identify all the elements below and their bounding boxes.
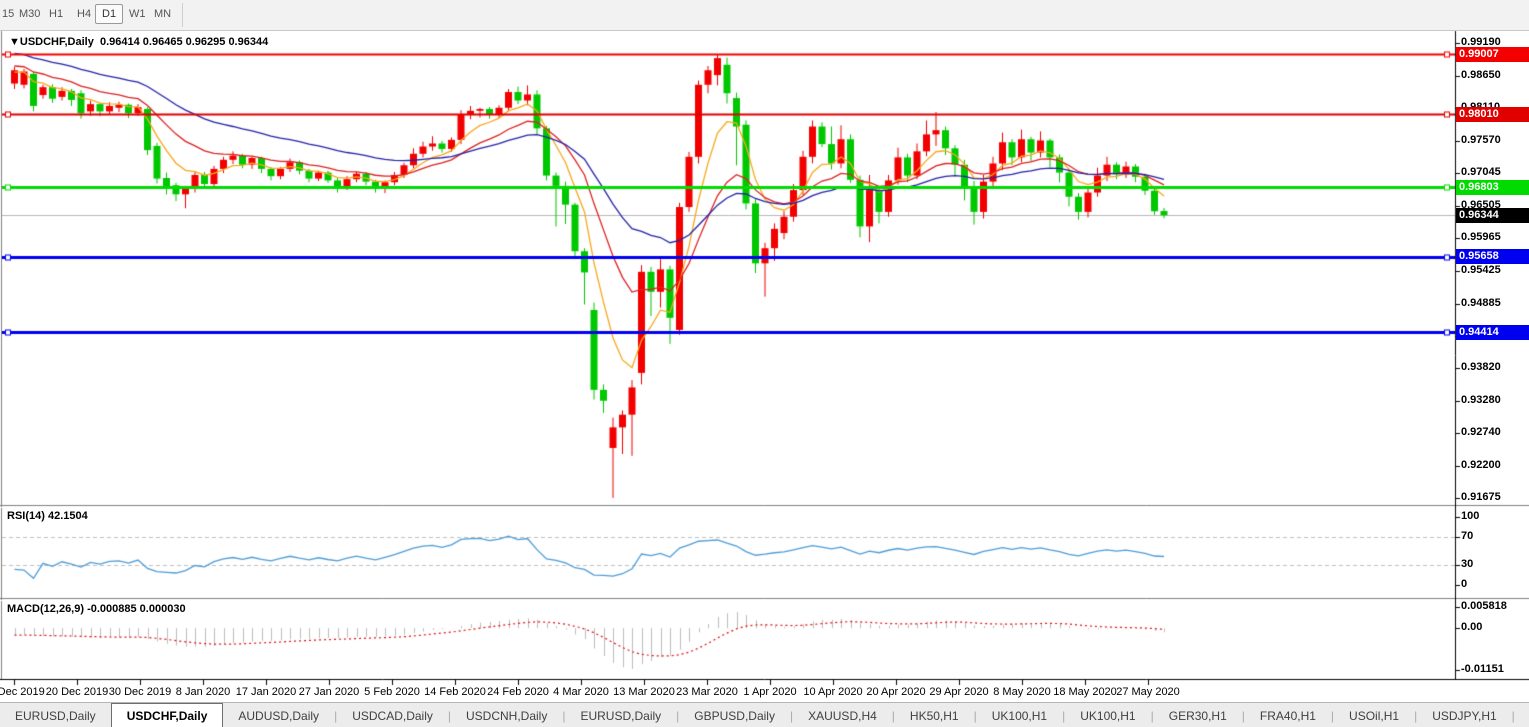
chart-canvas[interactable] <box>0 0 1529 727</box>
tab-uk100-h1[interactable]: UK100,H1 <box>977 703 1062 727</box>
dropdown-arrow-icon: ▼ <box>9 36 20 48</box>
hline-price-tag[interactable]: 0.95658 <box>1456 249 1529 264</box>
date-tick-label: 27 May 2020 <box>1116 686 1180 698</box>
timeframe-h1[interactable]: H1 <box>49 8 63 20</box>
tab-usoil-h1[interactable]: USOil,H1 <box>1334 703 1414 727</box>
price-tick-label: 0.95965 <box>1461 231 1501 243</box>
rsi-tick-label: 0 <box>1461 578 1467 590</box>
tab-usdcnh-daily[interactable]: USDCNH,Daily <box>451 703 562 727</box>
date-tick-label: 23 Mar 2020 <box>676 686 738 698</box>
tab-uk100-h1[interactable]: UK100,H1 <box>1065 703 1150 727</box>
date-tick-label: 20 Apr 2020 <box>866 686 925 698</box>
macd-tick-label: -0.01151 <box>1461 663 1504 675</box>
tab-eurusd-daily[interactable]: EURUSD,Daily <box>0 703 111 727</box>
date-tick-label: 10 Apr 2020 <box>803 686 862 698</box>
rsi-tick-label: 30 <box>1461 558 1473 570</box>
timeframe-m30[interactable]: M30 <box>19 8 40 20</box>
price-tick-label: 0.97045 <box>1461 166 1501 178</box>
date-tick-label: 30 Dec 2019 <box>109 686 171 698</box>
date-tick-label: 4 Mar 2020 <box>553 686 609 698</box>
toolbar-divider <box>182 3 183 27</box>
tab-usdcad-daily[interactable]: USDCAD,Daily <box>337 703 448 727</box>
date-tick-label: 27 Jan 2020 <box>299 686 360 698</box>
tab-xauusd-h4[interactable]: XAUUSD,H4 <box>793 703 892 727</box>
tab-usdchf-daily[interactable]: USDCHF,Daily <box>111 703 224 727</box>
current-price-tag: 0.96344 <box>1456 208 1529 223</box>
tab-gbpusd-daily[interactable]: GBPUSD,Daily <box>679 703 790 727</box>
rsi-tick-label: 100 <box>1461 510 1479 522</box>
date-tick-label: 14 Feb 2020 <box>424 686 486 698</box>
rsi-label: RSI(14) 42.1504 <box>7 510 88 522</box>
rsi-tick-label: 70 <box>1461 530 1473 542</box>
timeframe-15[interactable]: 15 <box>2 8 14 20</box>
price-tick-label: 0.97570 <box>1461 134 1501 146</box>
date-tick-label: 17 Jan 2020 <box>236 686 297 698</box>
mt4-window: 15M30H1H4D1W1MN ▼USDCHF,Daily 0.96414 0.… <box>0 0 1529 727</box>
price-tick-label: 0.94885 <box>1461 297 1501 309</box>
hline-price-tag[interactable]: 0.98010 <box>1456 107 1529 122</box>
macd-tick-label: 0.005818 <box>1461 600 1507 612</box>
date-tick-label: 29 Apr 2020 <box>929 686 988 698</box>
tab-fra40-h1[interactable]: FRA40,H1 <box>1245 703 1331 727</box>
tab-eurusd-daily[interactable]: EURUSD,Daily <box>565 703 676 727</box>
symbol-label: USDCHF,Daily <box>20 36 94 48</box>
timeframe-d1[interactable]: D1 <box>95 4 123 24</box>
chart-tab-bar[interactable]: EURUSD,DailyUSDCHF,DailyAUDUSD,Daily|USD… <box>0 702 1529 727</box>
date-tick-label: 18 May 2020 <box>1053 686 1117 698</box>
date-tick-label: 8 Jan 2020 <box>176 686 230 698</box>
timeframe-toolbar[interactable]: 15 M30 H1 H4 D1 W1 MN <box>0 0 1529 31</box>
price-tick-label: 0.91675 <box>1461 491 1501 503</box>
tab-hk50-h1[interactable]: HK50,H1 <box>895 703 974 727</box>
hline-price-tag[interactable]: 0.99007 <box>1456 47 1529 62</box>
price-tick-label: 0.93820 <box>1461 361 1501 373</box>
date-tick-label: 11 Dec 2019 <box>0 686 45 698</box>
macd-label: MACD(12,26,9) -0.000885 0.000030 <box>7 603 186 615</box>
chart-title: ▼USDCHF,Daily 0.96414 0.96465 0.96295 0.… <box>9 36 268 48</box>
date-tick-label: 1 Apr 2020 <box>743 686 796 698</box>
price-tick-label: 0.93280 <box>1461 394 1501 406</box>
price-tick-label: 0.95425 <box>1461 264 1501 276</box>
timeframe-mn[interactable]: MN <box>154 8 171 20</box>
price-tick-label: 0.92740 <box>1461 426 1501 438</box>
date-tick-label: 24 Feb 2020 <box>487 686 549 698</box>
timeframe-h4[interactable]: H4 <box>77 8 91 20</box>
hline-price-tag[interactable]: 0.94414 <box>1456 325 1529 340</box>
date-tick-label: 20 Dec 2019 <box>46 686 108 698</box>
price-tick-label: 0.98650 <box>1461 69 1501 81</box>
timeframe-w1[interactable]: W1 <box>129 8 146 20</box>
tab-audusd-daily[interactable]: AUDUSD,Daily <box>223 703 334 727</box>
date-tick-label: 13 Mar 2020 <box>613 686 675 698</box>
price-tick-label: 0.92200 <box>1461 459 1501 471</box>
hline-price-tag[interactable]: 0.96803 <box>1456 180 1529 195</box>
ohlc-readout: 0.96414 0.96465 0.96295 0.96344 <box>100 36 268 48</box>
date-tick-label: 8 May 2020 <box>993 686 1050 698</box>
date-tick-label: 5 Feb 2020 <box>364 686 420 698</box>
tab-usdjpy-h1[interactable]: USDJPY,H1 <box>1417 703 1511 727</box>
macd-tick-label: 0.00 <box>1461 621 1482 633</box>
tab-ger30-h1[interactable]: GER30,H1 <box>1154 703 1242 727</box>
tab-dj30-h1[interactable]: DJ30,H1 <box>1515 703 1529 727</box>
